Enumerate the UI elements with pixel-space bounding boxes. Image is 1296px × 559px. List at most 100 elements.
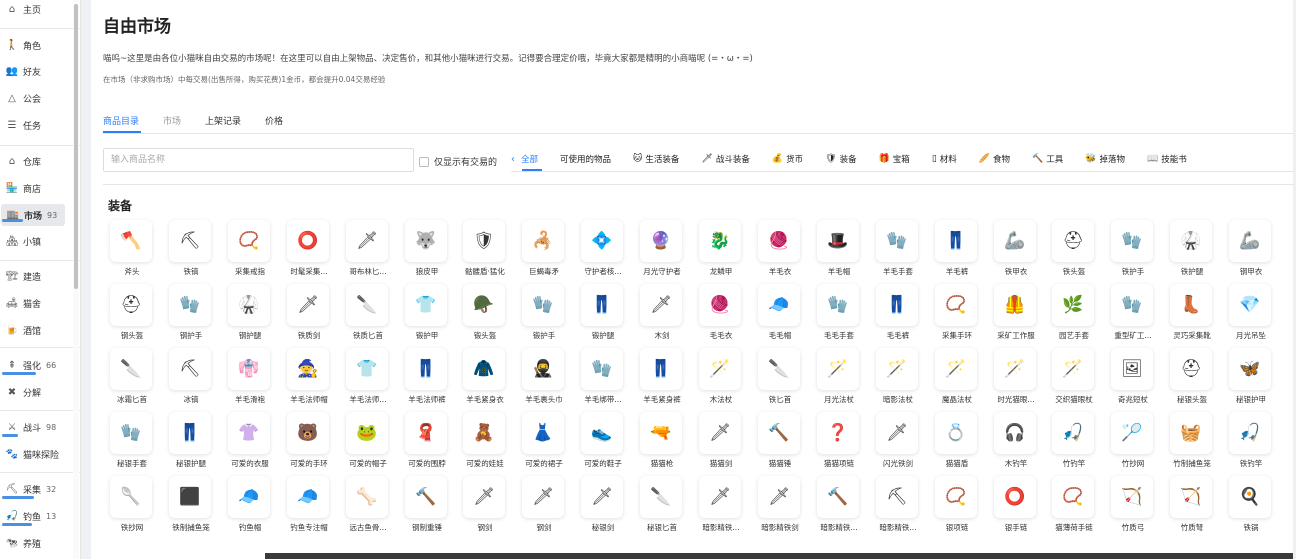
sidebar-scrollbar[interactable] xyxy=(73,0,79,559)
checkbox-box[interactable] xyxy=(419,156,429,167)
item-card[interactable]: ❓ 猫猫项链 xyxy=(813,412,865,474)
sidebar-item-10[interactable]: 🏗 建造 xyxy=(0,265,78,287)
item-card[interactable]: 📿 采集戒指 xyxy=(224,220,276,282)
item-card[interactable]: 🪄 暗影法杖 xyxy=(872,348,924,410)
sidebar-item-1[interactable]: ⌂ 主页 xyxy=(0,0,78,20)
item-card[interactable]: 🏹 竹质弓 xyxy=(1107,476,1159,538)
item-card[interactable]: 👖 羊毛紧身裤 xyxy=(636,348,688,410)
item-card[interactable]: 🐸 可爱的帽子 xyxy=(342,412,394,474)
item-card[interactable]: 🧥 羊毛紧身衣 xyxy=(459,348,511,410)
category-2[interactable]: 可使用的物品 xyxy=(560,153,611,165)
item-card[interactable]: 🔨 猫猫锤 xyxy=(754,412,806,474)
item-card[interactable]: ⛑ 钢头盔 xyxy=(106,284,158,346)
item-card[interactable]: 🎣 竹钓竿 xyxy=(1048,412,1100,474)
item-card[interactable]: 🧤 锻护手 xyxy=(518,284,570,346)
tab-3[interactable]: 上架记录 xyxy=(205,114,241,130)
item-card[interactable]: 🪄 木法杖 xyxy=(695,348,747,410)
item-card[interactable]: 🏸 竹抄网 xyxy=(1107,412,1159,474)
sidebar-item-9[interactable]: 🏘 小镇 xyxy=(0,230,78,252)
item-card[interactable]: 👕 锻护甲 xyxy=(401,284,453,346)
category-4[interactable]: 🗡 战斗装备 xyxy=(701,153,749,165)
item-card[interactable]: 🗡 铁质剑 xyxy=(283,284,335,346)
item-card[interactable]: 🔪 冰霜匕首 xyxy=(106,348,158,410)
item-card[interactable]: 🥷 羊毛裹头巾 xyxy=(518,348,570,410)
sidebar-item-2[interactable]: 🚶 角色 xyxy=(0,34,78,56)
item-card[interactable]: 👗 可爱的裙子 xyxy=(518,412,570,474)
item-card[interactable]: 🔪 铁匕首 xyxy=(754,348,806,410)
item-card[interactable]: 🧣 可爱的围脖 xyxy=(401,412,453,474)
item-card[interactable]: ⬛ 铁制捕鱼笼 xyxy=(165,476,217,538)
item-card[interactable]: 🗡 暗影精铁... xyxy=(695,476,747,538)
item-card[interactable]: 🪄 时光猫眼... xyxy=(990,348,1042,410)
item-card[interactable]: 👟 可爱的鞋子 xyxy=(577,412,629,474)
item-card[interactable]: 🧢 钓鱼专注帽 xyxy=(283,476,335,538)
item-card[interactable]: 👘 羊毛滑袍 xyxy=(224,348,276,410)
item-card[interactable]: 🥋 铁护腿 xyxy=(1166,220,1218,282)
item-card[interactable]: 🧤 羊毛手套 xyxy=(872,220,924,282)
sidebar-item-3[interactable]: 👥 好友 xyxy=(0,60,78,82)
item-card[interactable]: 🪄 交织猫眼杖 xyxy=(1048,348,1100,410)
item-card[interactable]: 🐉 龙鳞甲 xyxy=(695,220,747,282)
item-card[interactable]: 🌿 园艺手套 xyxy=(1048,284,1100,346)
item-card[interactable]: 🦂 巨蝎毒矛 xyxy=(518,220,570,282)
item-card[interactable]: 🐻 可爱的手环 xyxy=(283,412,335,474)
item-card[interactable]: 👖 锻护腿 xyxy=(577,284,629,346)
sidebar-item-5[interactable]: ☰ 任务 xyxy=(0,114,78,136)
item-card[interactable]: 🗡 钢剑 xyxy=(518,476,570,538)
item-card[interactable]: 🥋 钢护腿 xyxy=(224,284,276,346)
item-card[interactable]: 🗡 暗影精铁剑 xyxy=(754,476,806,538)
item-card[interactable]: 🧺 竹制捕鱼笼 xyxy=(1166,412,1218,474)
sidebar-item-6[interactable]: ⌂ 仓库 xyxy=(0,150,78,172)
item-card[interactable]: 🗡 秘银剑 xyxy=(577,476,629,538)
sidebar-item-16[interactable]: 🐾 猫咪探险 xyxy=(0,443,78,465)
item-card[interactable]: 🪄 月光法杖 xyxy=(813,348,865,410)
item-card[interactable]: ⛏ 暗影精铁... xyxy=(872,476,924,538)
tab-2[interactable]: 市场 xyxy=(163,114,181,130)
item-card[interactable]: 🧶 毛毛衣 xyxy=(695,284,747,346)
item-card[interactable]: 🧤 秘银手套 xyxy=(106,412,158,474)
item-card[interactable]: 👖 秘银护腿 xyxy=(165,412,217,474)
sidebar-item-12[interactable]: 🍺 酒馆 xyxy=(0,319,78,341)
only-tradable-checkbox[interactable]: 仅显示有交易的 xyxy=(419,155,497,168)
item-card[interactable]: 🏹 竹质弩 xyxy=(1166,476,1218,538)
item-card[interactable]: 🗡 闪光铁剑 xyxy=(872,412,924,474)
item-card[interactable]: 📿 猫薄荷手链 xyxy=(1048,476,1100,538)
item-card[interactable]: 📿 采集手环 xyxy=(931,284,983,346)
item-card[interactable]: 🧤 铁护手 xyxy=(1107,220,1159,282)
chevron-left-icon[interactable]: ‹ xyxy=(511,154,515,165)
item-card[interactable]: 💎 月光吊坠 xyxy=(1225,284,1277,346)
item-card[interactable]: 💍 猫猫盾 xyxy=(931,412,983,474)
sidebar-item-8[interactable]: 🏬 市场 93 xyxy=(1,204,65,226)
category-6[interactable]: 🛡 装备 xyxy=(825,153,856,165)
item-card[interactable]: 🔫 猫猫枪 xyxy=(636,412,688,474)
item-card[interactable]: 👢 灵巧采集靴 xyxy=(1166,284,1218,346)
item-card[interactable]: ⛏ 铁镐 xyxy=(165,220,217,282)
category-3[interactable]: 🐱 生活装备 xyxy=(633,153,679,165)
sidebar-item-19[interactable]: 🐄 养殖 xyxy=(0,532,78,554)
item-card[interactable]: 👖 羊毛法师裤 xyxy=(401,348,453,410)
item-card[interactable]: 🧢 钓鱼帽 xyxy=(224,476,276,538)
tab-1[interactable]: 商品目录 xyxy=(103,114,139,130)
item-card[interactable]: 🎣 铁钓竿 xyxy=(1225,412,1277,474)
item-card[interactable]: 👚 可爱的衣服 xyxy=(224,412,276,474)
item-card[interactable]: 👖 羊毛裤 xyxy=(931,220,983,282)
item-card[interactable]: 🎩 羊毛帽 xyxy=(813,220,865,282)
tab-4[interactable]: 价格 xyxy=(265,114,283,130)
item-card[interactable]: 🖼 奇兆短杖 xyxy=(1107,348,1159,410)
item-card[interactable]: 🦾 铁甲衣 xyxy=(990,220,1042,282)
item-card[interactable]: ⛑ 秘银头盔 xyxy=(1166,348,1218,410)
item-card[interactable]: 🧤 钢护手 xyxy=(165,284,217,346)
item-card[interactable]: 🪖 锻头盔 xyxy=(459,284,511,346)
sidebar-item-4[interactable]: △ 公会 xyxy=(0,87,78,109)
item-card[interactable]: 🔨 钢制重锤 xyxy=(401,476,453,538)
item-card[interactable]: ⭕ 银手链 xyxy=(990,476,1042,538)
item-card[interactable]: 👖 毛毛裤 xyxy=(872,284,924,346)
sidebar-item-14[interactable]: ✖ 分解 xyxy=(0,381,78,403)
item-card[interactable]: 🗡 钢剑 xyxy=(459,476,511,538)
item-card[interactable]: 🥄 铁抄网 xyxy=(106,476,158,538)
category-12[interactable]: 📖 技能书 xyxy=(1147,153,1187,165)
item-card[interactable]: 🦺 采矿工作服 xyxy=(990,284,1042,346)
category-7[interactable]: 🎁 宝箱 xyxy=(879,153,910,165)
item-card[interactable]: 🧶 羊毛衣 xyxy=(754,220,806,282)
item-card[interactable]: 🎧 木钓竿 xyxy=(990,412,1042,474)
